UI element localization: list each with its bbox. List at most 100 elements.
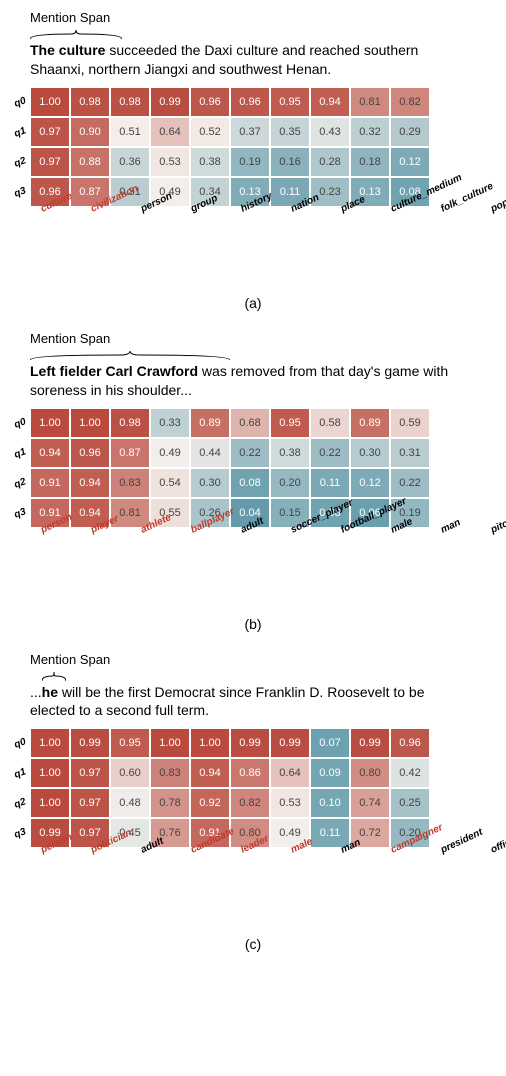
sentence-pre: ...: [30, 684, 42, 700]
heatmap-cell: 0.97: [70, 788, 110, 818]
heatmap-row: q20.910.940.830.540.300.080.200.110.120.…: [10, 468, 506, 498]
heatmap-cell: 0.33: [150, 408, 190, 438]
heatmap-cell: 0.92: [190, 788, 230, 818]
heatmap-cell: 1.00: [30, 728, 70, 758]
heatmap-cell: 0.07: [310, 728, 350, 758]
heatmap-cell: 0.74: [350, 788, 390, 818]
heatmap-cell: 1.00: [190, 728, 230, 758]
heatmap-cell: 0.68: [230, 408, 270, 438]
heatmap-cell: 0.32: [350, 117, 390, 147]
heatmap-cell: 0.98: [110, 87, 150, 117]
heatmap-row: q01.001.000.980.330.890.680.950.580.890.…: [10, 408, 506, 438]
example-sentence: ...he will be the first Democrat since F…: [30, 683, 470, 721]
heatmap-cell: 0.44: [190, 438, 230, 468]
heatmap-cell: 0.99: [150, 87, 190, 117]
heatmap-cell: 0.94: [190, 758, 230, 788]
heatmap-cell: 0.83: [150, 758, 190, 788]
heatmap-cell: 0.19: [230, 147, 270, 177]
heatmap-cell: 0.64: [150, 117, 190, 147]
heatmap-cell: 0.87: [110, 438, 150, 468]
heatmap-cell: 0.31: [390, 438, 430, 468]
heatmap-cell: 0.11: [310, 468, 350, 498]
heatmap-cell: 0.60: [110, 758, 150, 788]
heatmap-cell: 0.42: [390, 758, 430, 788]
heatmap-cell: 0.95: [110, 728, 150, 758]
heatmap-cell: 0.53: [150, 147, 190, 177]
heatmap-cell: 0.43: [310, 117, 350, 147]
heatmap-cell: 0.08: [230, 468, 270, 498]
heatmap-cell: 1.00: [70, 408, 110, 438]
heatmap-cell: 0.99: [270, 728, 310, 758]
heatmap-cell: 0.22: [310, 438, 350, 468]
heatmap-cell: 0.96: [70, 438, 110, 468]
heatmap: q01.000.990.951.001.000.990.990.070.990.…: [10, 728, 496, 890]
heatmap-cell: 0.12: [350, 468, 390, 498]
heatmap-cell: 0.80: [350, 758, 390, 788]
heatmap-cell: 0.95: [270, 87, 310, 117]
heatmap-cell: 0.99: [350, 728, 390, 758]
heatmap-cell: 0.89: [350, 408, 390, 438]
heatmap-cell: 0.96: [390, 728, 430, 758]
heatmap-cell: 0.53: [270, 788, 310, 818]
mention-bold: Left fielder Carl Crawford: [30, 363, 198, 379]
subcaption: (b): [10, 616, 496, 632]
heatmap-cell: 0.29: [390, 117, 430, 147]
heatmap-cell: 0.97: [30, 147, 70, 177]
heatmap-cell: 0.59: [390, 408, 430, 438]
heatmap-cell: 0.38: [270, 438, 310, 468]
heatmap-cell: 0.98: [110, 408, 150, 438]
heatmap-cell: 0.99: [230, 728, 270, 758]
heatmap-cell: 0.64: [270, 758, 310, 788]
heatmap-cell: 1.00: [150, 728, 190, 758]
heatmap-cell: 0.82: [230, 788, 270, 818]
heatmap-cell: 0.95: [270, 408, 310, 438]
heatmap-cell: 1.00: [30, 408, 70, 438]
heatmap-cell: 0.30: [190, 468, 230, 498]
heatmap-cell: 0.81: [350, 87, 390, 117]
panel-b: Mention SpanLeft fielder Carl Crawford w…: [10, 331, 496, 632]
example-sentence: The culture succeeded the Daxi culture a…: [30, 41, 470, 79]
brace-icon: [42, 669, 496, 679]
mention-bold: The culture: [30, 42, 105, 58]
x-axis-labels: personpoliticianadultcandidateleadermale…: [30, 850, 506, 890]
heatmap-cell: 1.00: [30, 87, 70, 117]
heatmap: q01.000.980.980.990.960.960.950.940.810.…: [10, 87, 496, 249]
heatmap-cell: 0.98: [70, 87, 110, 117]
heatmap-cell: 0.10: [310, 788, 350, 818]
heatmap-cell: 0.96: [230, 87, 270, 117]
heatmap-cell: 0.94: [70, 468, 110, 498]
heatmap-cell: 0.96: [190, 87, 230, 117]
heatmap-cell: 0.58: [310, 408, 350, 438]
heatmap-cell: 1.00: [30, 788, 70, 818]
heatmap-cell: 0.28: [310, 147, 350, 177]
heatmap-cell: 0.97: [70, 758, 110, 788]
heatmap-cell: 0.94: [310, 87, 350, 117]
heatmap-cell: 0.20: [270, 468, 310, 498]
heatmap-cell: 0.22: [230, 438, 270, 468]
mention-bold: he: [42, 684, 58, 700]
heatmap-cell: 0.12: [390, 147, 430, 177]
subcaption: (c): [10, 936, 496, 952]
mention-span-label: Mention Span: [30, 10, 496, 25]
heatmap-cell: 0.90: [70, 117, 110, 147]
example-sentence: Left fielder Carl Crawford was removed f…: [30, 362, 470, 400]
subcaption: (a): [10, 295, 496, 311]
heatmap-cell: 0.36: [110, 147, 150, 177]
heatmap-cell: 1.00: [30, 758, 70, 788]
panel-a: Mention Span The culture succeeded the Da…: [10, 10, 496, 311]
x-axis-labels: personplayerathleteballplayeradultsoccer…: [30, 530, 506, 570]
heatmap-cell: 0.51: [110, 117, 150, 147]
heatmap-cell: 0.37: [230, 117, 270, 147]
heatmap-cell: 0.94: [30, 438, 70, 468]
heatmap-row: q21.000.970.480.780.920.820.530.100.740.…: [10, 788, 506, 818]
heatmap: q01.001.000.980.330.890.680.950.580.890.…: [10, 408, 496, 570]
heatmap-cell: 0.83: [110, 468, 150, 498]
brace-icon: [30, 348, 496, 358]
heatmap-cell: 0.78: [150, 788, 190, 818]
panel-c: Mention Span...he will be the first Demo…: [10, 652, 496, 953]
heatmap-cell: 0.18: [350, 147, 390, 177]
heatmap-cell: 0.30: [350, 438, 390, 468]
x-axis-labels: culturecivilizationpersongrouphistorynat…: [30, 209, 506, 249]
heatmap-cell: 0.48: [110, 788, 150, 818]
heatmap-cell: 0.86: [230, 758, 270, 788]
